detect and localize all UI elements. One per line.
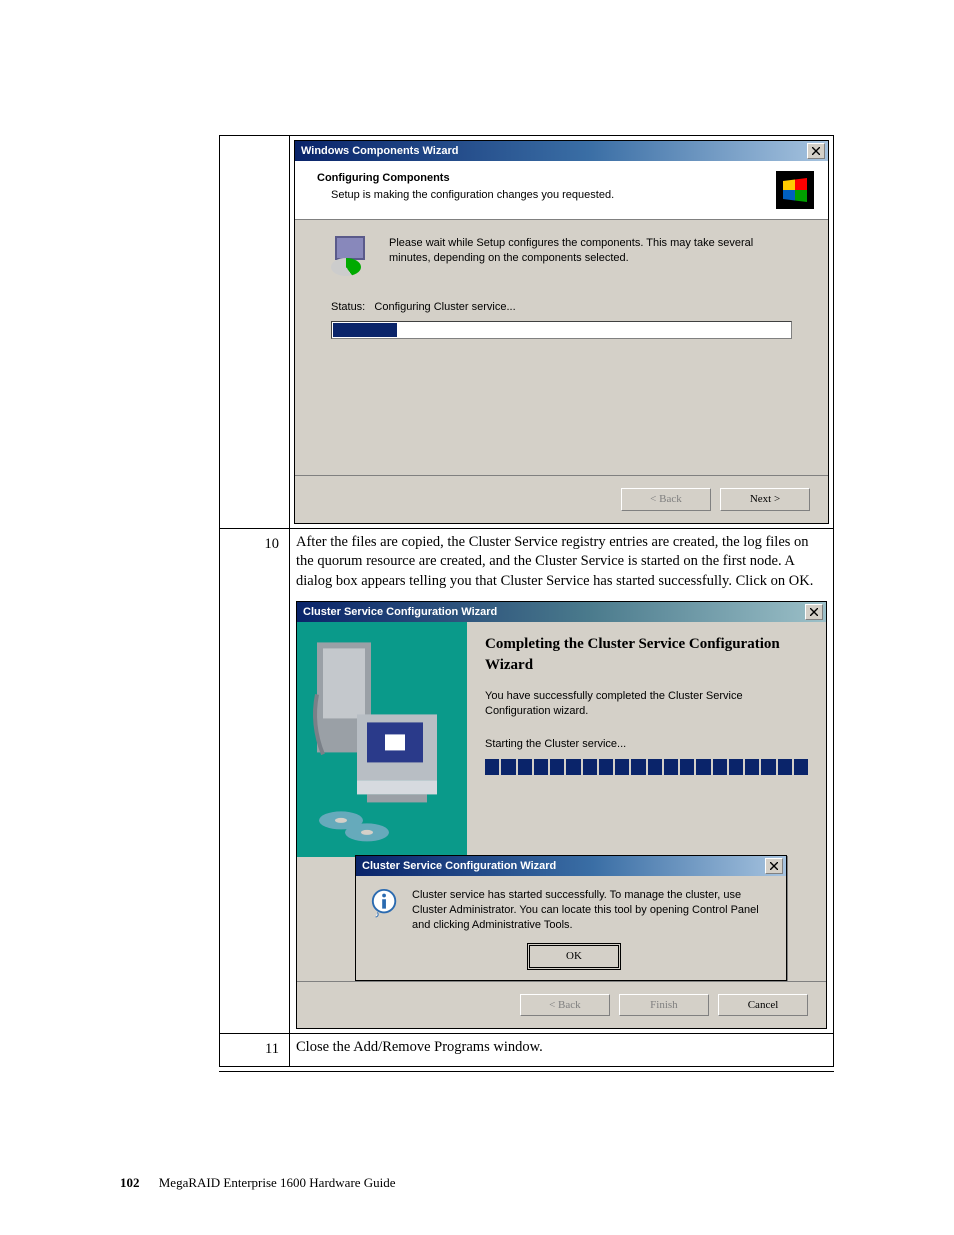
component-icon [331,236,375,276]
wizard1-head-bold: Configuring Components [317,172,450,184]
segmented-progress-bar [485,759,808,775]
titlebar-wizard1: Windows Components Wizard [295,141,828,161]
popup-message: Cluster service has started successfully… [412,888,772,933]
close-icon[interactable] [807,143,825,159]
progress-bar [331,321,792,339]
cancel-button[interactable]: Cancel [718,994,808,1017]
wizard1-title: Windows Components Wizard [301,144,458,159]
wizard2-done-text: You have successfully completed the Clus… [485,689,808,719]
wizard2-title: Cluster Service Configuration Wizard [303,605,497,620]
close-icon[interactable] [805,604,823,620]
wizard1-wait-text: Please wait while Setup configures the c… [389,236,792,276]
wizard2-heading: Completing the Cluster Service Configura… [485,634,808,675]
wizard-art-panel [297,622,467,857]
step-number-10: 10 [220,528,290,1034]
step-number-blank [220,136,290,529]
wizard1-head-sub: Setup is making the configuration change… [317,188,614,203]
wizard1-header: Configuring Components Setup is making t… [295,161,828,220]
next-button[interactable]: Next > [720,488,810,511]
back-button: < Back [621,488,711,511]
step11-instruction: Close the Add/Remove Programs window. [290,1034,834,1067]
titlebar-wizard2: Cluster Service Configuration Wizard [297,602,826,622]
popup-title: Cluster Service Configuration Wizard [362,859,556,874]
finish-button: Finish [619,994,709,1017]
footer-title: MegaRAID Enterprise 1600 Hardware Guide [159,1175,396,1190]
back-button: < Back [520,994,610,1017]
step-number-11: 11 [220,1034,290,1067]
close-icon[interactable] [765,858,783,874]
step10-instruction: After the files are copied, the Cluster … [296,533,827,592]
status-label: Status: [331,301,365,313]
instruction-table: Windows Components Wizard Configuring Co… [219,135,834,1067]
windows-logo-icon [776,171,814,209]
wizard2-starting-text: Starting the Cluster service... [485,737,808,752]
page-number: 102 [120,1175,140,1190]
table-end-rule [219,1071,834,1072]
page-footer: 102 MegaRAID Enterprise 1600 Hardware Gu… [120,1175,396,1191]
status-value: Configuring Cluster service... [374,301,515,313]
info-icon [370,888,400,918]
success-popup: Cluster Service Configuration Wizard Clu… [355,855,787,980]
ok-button[interactable]: OK [529,945,619,968]
titlebar-popup: Cluster Service Configuration Wizard [356,856,786,876]
